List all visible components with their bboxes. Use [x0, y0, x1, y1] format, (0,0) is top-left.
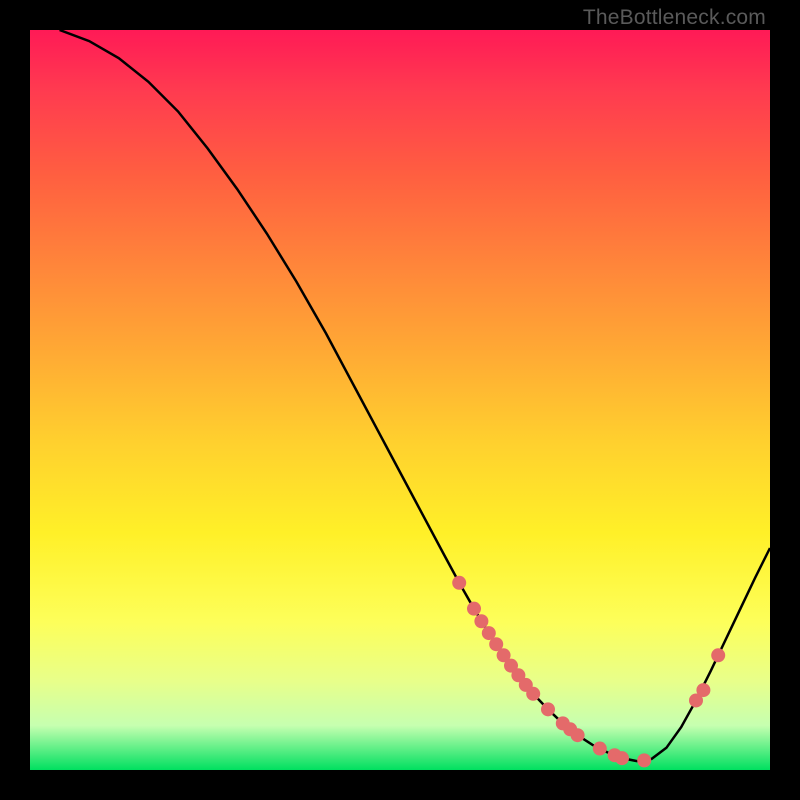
data-point — [452, 576, 466, 590]
data-point — [474, 614, 488, 628]
data-point — [696, 683, 710, 697]
data-point — [526, 687, 540, 701]
data-point — [711, 648, 725, 662]
data-point — [615, 751, 629, 765]
watermark-text: TheBottleneck.com — [583, 6, 766, 30]
data-point — [467, 602, 481, 616]
data-point — [593, 742, 607, 756]
bottleneck-curve — [60, 30, 770, 761]
chart-canvas — [30, 30, 770, 770]
plot-area — [30, 30, 770, 770]
data-point — [541, 702, 555, 716]
data-point — [571, 728, 585, 742]
data-point — [637, 753, 651, 767]
